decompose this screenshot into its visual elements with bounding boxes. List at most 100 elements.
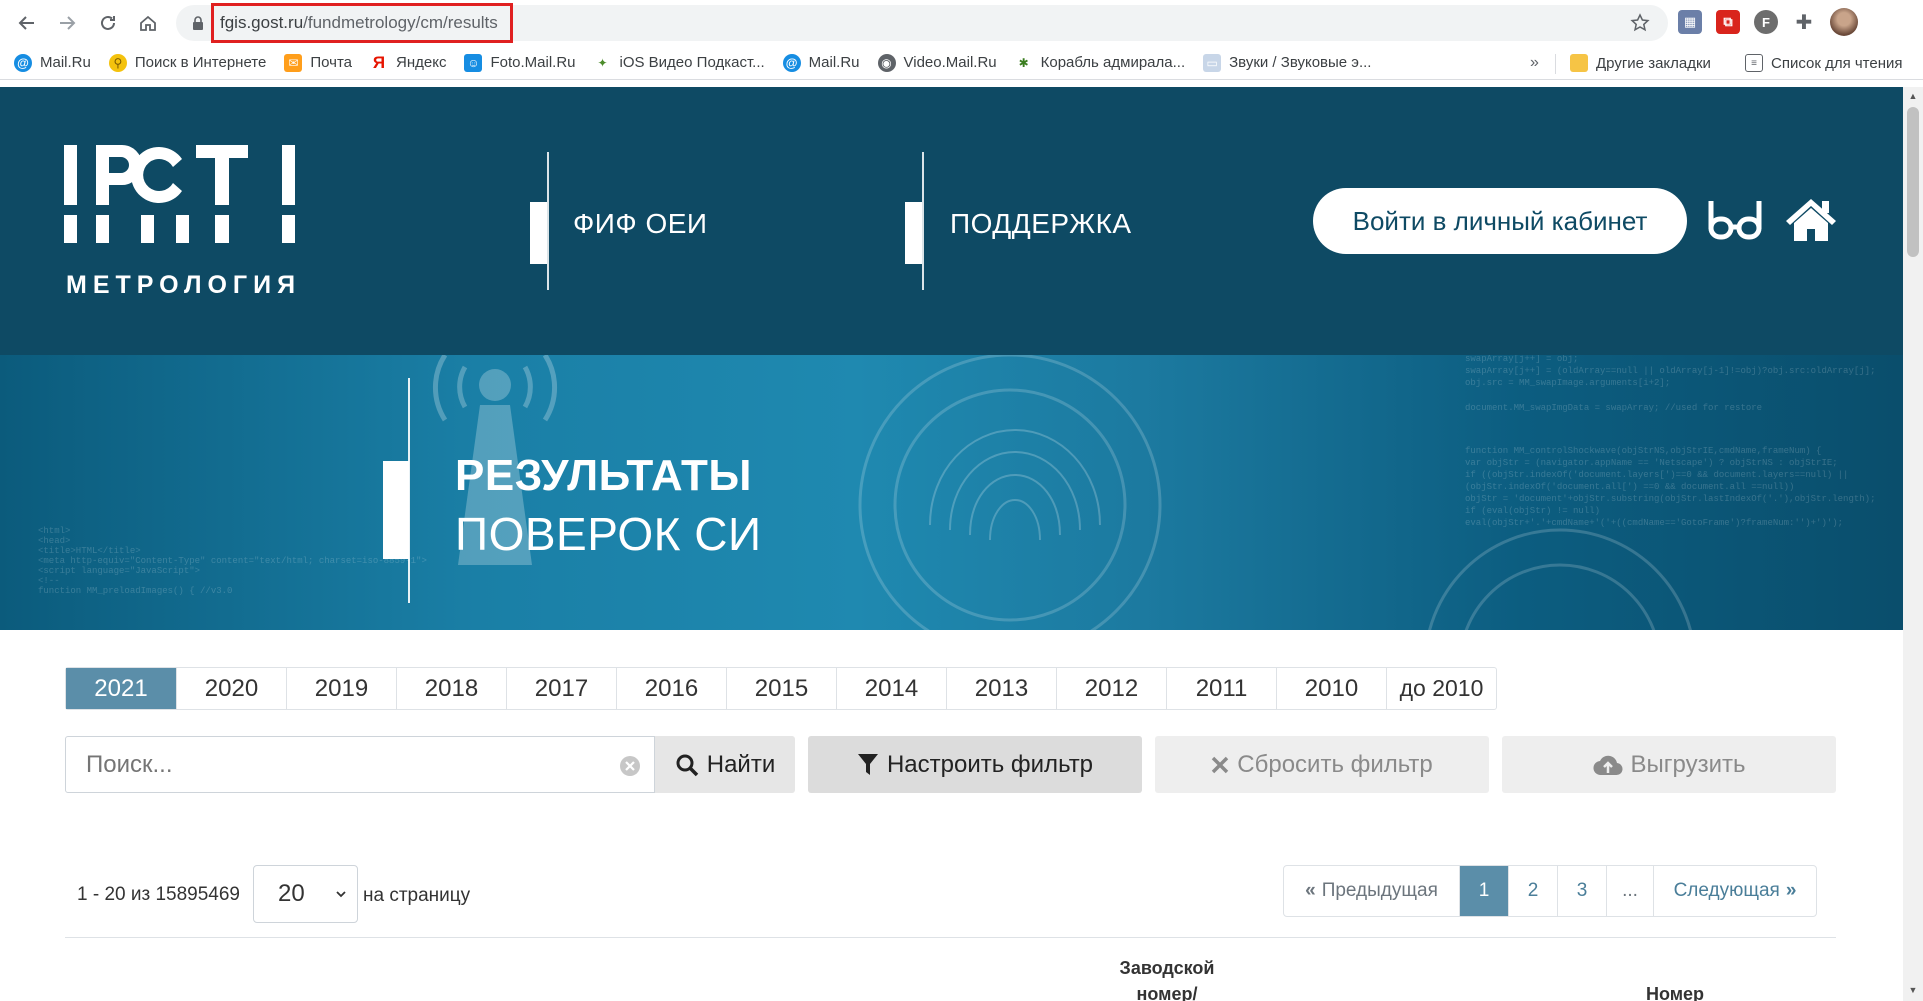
page-content: МЕТРОЛОГИЯ ФИФ ОЕИ ПОДДЕРЖКА Войти в лич… <box>0 87 1903 1001</box>
extensions-area: ▦ ⧉ F ✚ <box>1678 8 1858 36</box>
column-header-number[interactable]: Номер <box>1630 981 1720 1001</box>
find-button[interactable]: Найти <box>655 736 795 793</box>
banner-background-graphic: swapArray[j++] = obj; swapArray[j++] = (… <box>38 355 1875 630</box>
bookmark-item[interactable]: ✱ Корабль адмирала... <box>1015 54 1186 72</box>
reset-filter-button[interactable]: Сбросить фильтр <box>1155 736 1489 793</box>
year-tab-2020[interactable]: 2020 <box>176 668 286 709</box>
svg-text:eval(objStr+'.'+cmdName+'('+((: eval(objStr+'.'+cmdName+'('+((cmdName=='… <box>1465 518 1843 528</box>
bookmark-item[interactable]: ▭ Звуки / Звуковые э... <box>1203 53 1371 72</box>
glasses-icon[interactable] <box>1707 197 1763 243</box>
clear-search-icon[interactable] <box>618 754 642 778</box>
nav-fif-oei-label: ФИФ ОЕИ <box>573 208 708 239</box>
bookmark-item[interactable]: ✦ iOS Видео Подкаст... <box>594 54 764 72</box>
double-chevron-right-icon: » <box>1785 880 1797 901</box>
svg-text:if ((objStr.indexOf('document.: if ((objStr.indexOf('document.layers[')=… <box>1465 470 1848 480</box>
mail-envelope-icon: ✉ <box>284 53 303 72</box>
reload-button[interactable] <box>93 8 123 38</box>
address-bar[interactable]: fgis.gost.ru/fundmetrology/cm/results <box>176 3 1668 43</box>
year-tab-2012[interactable]: 2012 <box>1056 668 1166 709</box>
bookmark-label: Корабль адмирала... <box>1040 54 1186 71</box>
bookmark-item[interactable]: Я Яндекс <box>370 53 447 72</box>
pagination-ellipsis: ... <box>1606 866 1653 916</box>
mailru-icon: @ <box>782 53 801 72</box>
lock-icon <box>193 16 203 30</box>
search-key-icon: ⚲ <box>108 53 127 72</box>
per-page-select[interactable]: 20 <box>253 865 358 923</box>
url-host: fgis.gost.ru <box>220 13 304 32</box>
svg-text:function MM_controlShockwave(o: function MM_controlShockwave(objStrNS,ob… <box>1465 446 1821 456</box>
scroll-up-arrow[interactable]: ▲ <box>1908 91 1918 101</box>
year-tab-before-2010[interactable]: до 2010 <box>1386 668 1496 709</box>
bookmark-label: Почта <box>310 54 353 71</box>
bookmarks-bar: @ Mail.Ru ⚲ Поиск в Интернете ✉ Почта Я Янде… <box>0 46 1923 80</box>
year-tab-2021[interactable]: 2021 <box>66 668 176 709</box>
year-tab-2015[interactable]: 2015 <box>726 668 836 709</box>
year-tab-2017[interactable]: 2017 <box>506 668 616 709</box>
home-icon[interactable] <box>1784 195 1838 243</box>
page-1-button[interactable]: 1 <box>1459 866 1508 916</box>
svg-text:<!--: <!-- <box>38 576 60 586</box>
svg-text:objStr = 'document'+objStr.sub: objStr = 'document'+objStr.substring(obj… <box>1465 494 1875 504</box>
configure-filter-button[interactable]: Настроить фильтр <box>808 736 1142 793</box>
url-path: /fundmetrology/cm/results <box>303 13 498 32</box>
search-input[interactable] <box>86 750 586 779</box>
folder-icon <box>1570 54 1588 72</box>
year-tab-2011[interactable]: 2011 <box>1166 668 1276 709</box>
home-button[interactable] <box>133 8 163 38</box>
svg-text:<title>HTML</title>: <title>HTML</title> <box>38 546 141 556</box>
svg-text:swapArray[j++] = (oldArray==nu: swapArray[j++] = (oldArray==null || oldA… <box>1465 366 1875 376</box>
year-tab-2013[interactable]: 2013 <box>946 668 1056 709</box>
forward-button[interactable] <box>52 8 82 38</box>
bookmark-star-icon[interactable] <box>1630 13 1650 33</box>
extension-grid-icon[interactable]: ▦ <box>1678 10 1702 34</box>
page-title-line2: ПОВЕРОК СИ <box>455 508 762 560</box>
close-icon <box>1212 756 1229 773</box>
double-chevron-left-icon: « <box>1305 880 1316 901</box>
more-bookmarks-button[interactable]: » <box>1530 54 1539 72</box>
pdf-extension-icon[interactable]: ⧉ <box>1716 10 1740 34</box>
export-label: Выгрузить <box>1630 750 1746 778</box>
prev-page-button[interactable]: « Предыдущая <box>1284 866 1459 916</box>
nav-support-label: ПОДДЕРЖКА <box>950 208 1132 239</box>
bookmark-item[interactable]: ✉ Почта <box>284 53 353 72</box>
login-button[interactable]: Войти в личный кабинет <box>1313 188 1687 254</box>
rst-logo[interactable]: МЕТРОЛОГИЯ <box>64 145 296 305</box>
reset-filter-label: Сбросить фильтр <box>1237 750 1433 778</box>
arrow-left-icon <box>18 16 34 30</box>
cloud-upload-icon <box>1592 755 1623 775</box>
year-tabs: 2021 2020 2019 2018 2017 2016 2015 2014 … <box>65 667 1497 710</box>
year-tab-2014[interactable]: 2014 <box>836 668 946 709</box>
rst-logo-mark <box>64 145 295 243</box>
scroll-down-arrow[interactable]: ▼ <box>1908 985 1918 995</box>
year-tab-2016[interactable]: 2016 <box>616 668 726 709</box>
reading-list[interactable]: ≡ Список для чтения <box>1745 46 1903 80</box>
next-page-button[interactable]: Следующая » <box>1653 866 1816 916</box>
arrow-right-icon <box>60 16 76 30</box>
bookmark-item[interactable]: @ Mail.Ru <box>782 53 860 72</box>
mailru-icon: @ <box>14 53 32 72</box>
page-2-button[interactable]: 2 <box>1508 866 1557 916</box>
url-text[interactable]: fgis.gost.ru/fundmetrology/cm/results <box>220 13 498 33</box>
back-button[interactable] <box>12 8 42 38</box>
year-tab-2019[interactable]: 2019 <box>286 668 396 709</box>
bookmark-item[interactable]: ☺ Foto.Mail.Ru <box>464 53 576 72</box>
page-title-line1: РЕЗУЛЬТАТЫ <box>455 451 752 500</box>
bookmark-label: Поиск в Интернете <box>134 54 267 71</box>
pagination: « Предыдущая 1 2 3 ... Следующая » <box>1283 865 1817 917</box>
column-header-serial[interactable]: Заводской номер/ <box>1112 955 1222 1001</box>
bookmark-item[interactable]: ◉ Video.Mail.Ru <box>877 53 997 72</box>
bookmark-item[interactable]: ⚲ Поиск в Интернете <box>108 53 267 72</box>
configure-filter-label: Настроить фильтр <box>886 750 1094 778</box>
scrollbar-thumb[interactable] <box>1907 107 1919 257</box>
puzzle-icon[interactable]: ✚ <box>1792 10 1816 34</box>
page-3-button[interactable]: 3 <box>1557 866 1606 916</box>
page-scrollbar[interactable]: ▲ ▼ <box>1903 87 1923 1001</box>
bookmark-item[interactable]: @ Mail.Ru <box>14 53 91 72</box>
year-tab-2010[interactable]: 2010 <box>1276 668 1386 709</box>
f-extension-icon[interactable]: F <box>1754 10 1778 34</box>
export-button[interactable]: Выгрузить <box>1502 736 1836 793</box>
other-bookmarks[interactable]: Другие закладки <box>1570 46 1711 80</box>
table-top-divider <box>65 937 1836 938</box>
year-tab-2018[interactable]: 2018 <box>396 668 506 709</box>
profile-avatar[interactable] <box>1830 8 1858 36</box>
